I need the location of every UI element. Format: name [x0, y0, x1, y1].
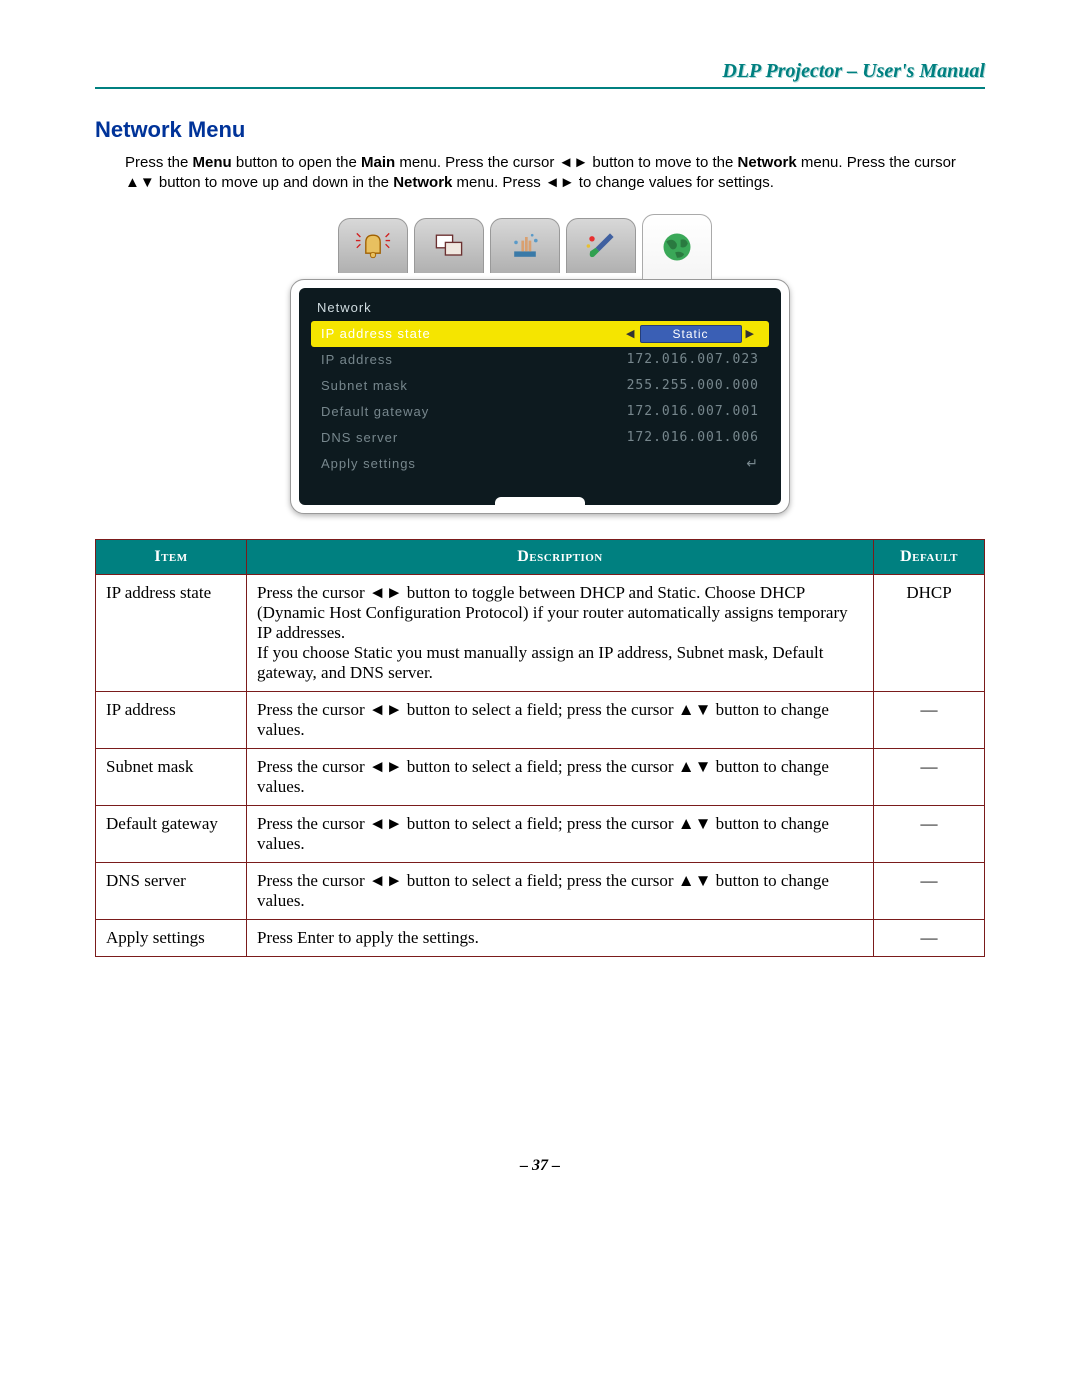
- osd-row-dns: DNS server 172.016.001.006: [311, 425, 769, 451]
- osd-panel: Network IP address state ◀ Static ▶ IP a…: [290, 279, 790, 514]
- intro-text: menu. Press ◄► to change values for sett…: [452, 174, 774, 191]
- osd-notch: [495, 497, 585, 513]
- osd-row-label: IP address: [321, 352, 627, 367]
- cell-default: DHCP: [874, 574, 985, 691]
- globe-icon: [659, 229, 695, 265]
- intro-bold: Network: [738, 154, 797, 171]
- cell-default: —: [874, 862, 985, 919]
- hand-splash-icon: [507, 228, 543, 264]
- osd-row-value: 172.016.007.023: [627, 352, 759, 367]
- left-arrow-icon: ◀: [622, 327, 639, 340]
- osd-row-ip-address: IP address 172.016.007.023: [311, 347, 769, 373]
- osd-panel-title: Network: [311, 296, 769, 321]
- cell-desc: Press the cursor ◄► button to select a f…: [247, 748, 874, 805]
- cell-item: IP address: [96, 691, 247, 748]
- intro-bold: Menu: [193, 154, 232, 171]
- osd-row-label: IP address state: [321, 326, 622, 341]
- cell-desc: Press the cursor ◄► button to select a f…: [247, 691, 874, 748]
- intro-bold: Main: [361, 154, 395, 171]
- osd-row-label: Subnet mask: [321, 378, 627, 393]
- table-row: Subnet mask Press the cursor ◄► button t…: [96, 748, 985, 805]
- table-row: Apply settings Press Enter to apply the …: [96, 919, 985, 956]
- cell-item: Default gateway: [96, 805, 247, 862]
- section-heading: Network Menu: [95, 117, 985, 143]
- intro-text: menu. Press the cursor ◄► button to move…: [395, 154, 737, 171]
- header-rule: [95, 87, 985, 89]
- cell-desc: Press the cursor ◄► button to select a f…: [247, 805, 874, 862]
- intro-text: button to open the: [232, 154, 361, 171]
- table-row: Default gateway Press the cursor ◄► butt…: [96, 805, 985, 862]
- intro-text: Press the: [125, 154, 193, 171]
- doc-title: DLP Projector – User's Manual: [95, 60, 985, 83]
- settings-table: Item Description Default IP address stat…: [95, 539, 985, 957]
- page-number: – 37 –: [95, 1157, 985, 1175]
- osd-row-value: 172.016.007.001: [627, 404, 759, 419]
- th-desc: Description: [247, 539, 874, 574]
- cell-item: Apply settings: [96, 919, 247, 956]
- table-row: IP address state Press the cursor ◄► but…: [96, 574, 985, 691]
- th-default: Default: [874, 539, 985, 574]
- enter-icon: ↵: [746, 455, 759, 472]
- osd-row-ip-state: IP address state ◀ Static ▶: [311, 321, 769, 347]
- tab-settings: [490, 218, 560, 273]
- cell-default: —: [874, 805, 985, 862]
- table-row: DNS server Press the cursor ◄► button to…: [96, 862, 985, 919]
- osd-screenshot: Network IP address state ◀ Static ▶ IP a…: [290, 214, 790, 514]
- cell-item: Subnet mask: [96, 748, 247, 805]
- tab-display: [414, 218, 484, 273]
- th-item: Item: [96, 539, 247, 574]
- osd-row-label: Apply settings: [321, 456, 746, 471]
- cell-default: —: [874, 919, 985, 956]
- cell-default: —: [874, 748, 985, 805]
- tab-network: [642, 214, 712, 279]
- osd-row-label: Default gateway: [321, 404, 627, 419]
- bell-icon: [355, 228, 391, 264]
- osd-row-value: 255.255.000.000: [627, 378, 759, 393]
- osd-row-gateway: Default gateway 172.016.007.001: [311, 399, 769, 425]
- right-arrow-icon: ▶: [742, 327, 759, 340]
- cell-desc: Press the cursor ◄► button to select a f…: [247, 862, 874, 919]
- osd-row-value: Static: [640, 325, 742, 343]
- intro-bold: Network: [393, 174, 452, 191]
- cell-item: DNS server: [96, 862, 247, 919]
- cell-default: —: [874, 691, 985, 748]
- intro-paragraph: Press the Menu button to open the Main m…: [125, 153, 985, 194]
- tab-color: [566, 218, 636, 273]
- osd-row-label: DNS server: [321, 430, 627, 445]
- osd-row-apply: Apply settings ↵: [311, 451, 769, 477]
- osd-row-value: 172.016.001.006: [627, 430, 759, 445]
- osd-tabs: [290, 214, 790, 279]
- tab-audio: [338, 218, 408, 273]
- screens-icon: [431, 228, 467, 264]
- osd-row-subnet: Subnet mask 255.255.000.000: [311, 373, 769, 399]
- cell-item: IP address state: [96, 574, 247, 691]
- cell-desc: Press the cursor ◄► button to toggle bet…: [247, 574, 874, 691]
- cell-desc: Press Enter to apply the settings.: [247, 919, 874, 956]
- table-row: IP address Press the cursor ◄► button to…: [96, 691, 985, 748]
- brush-icon: [583, 228, 619, 264]
